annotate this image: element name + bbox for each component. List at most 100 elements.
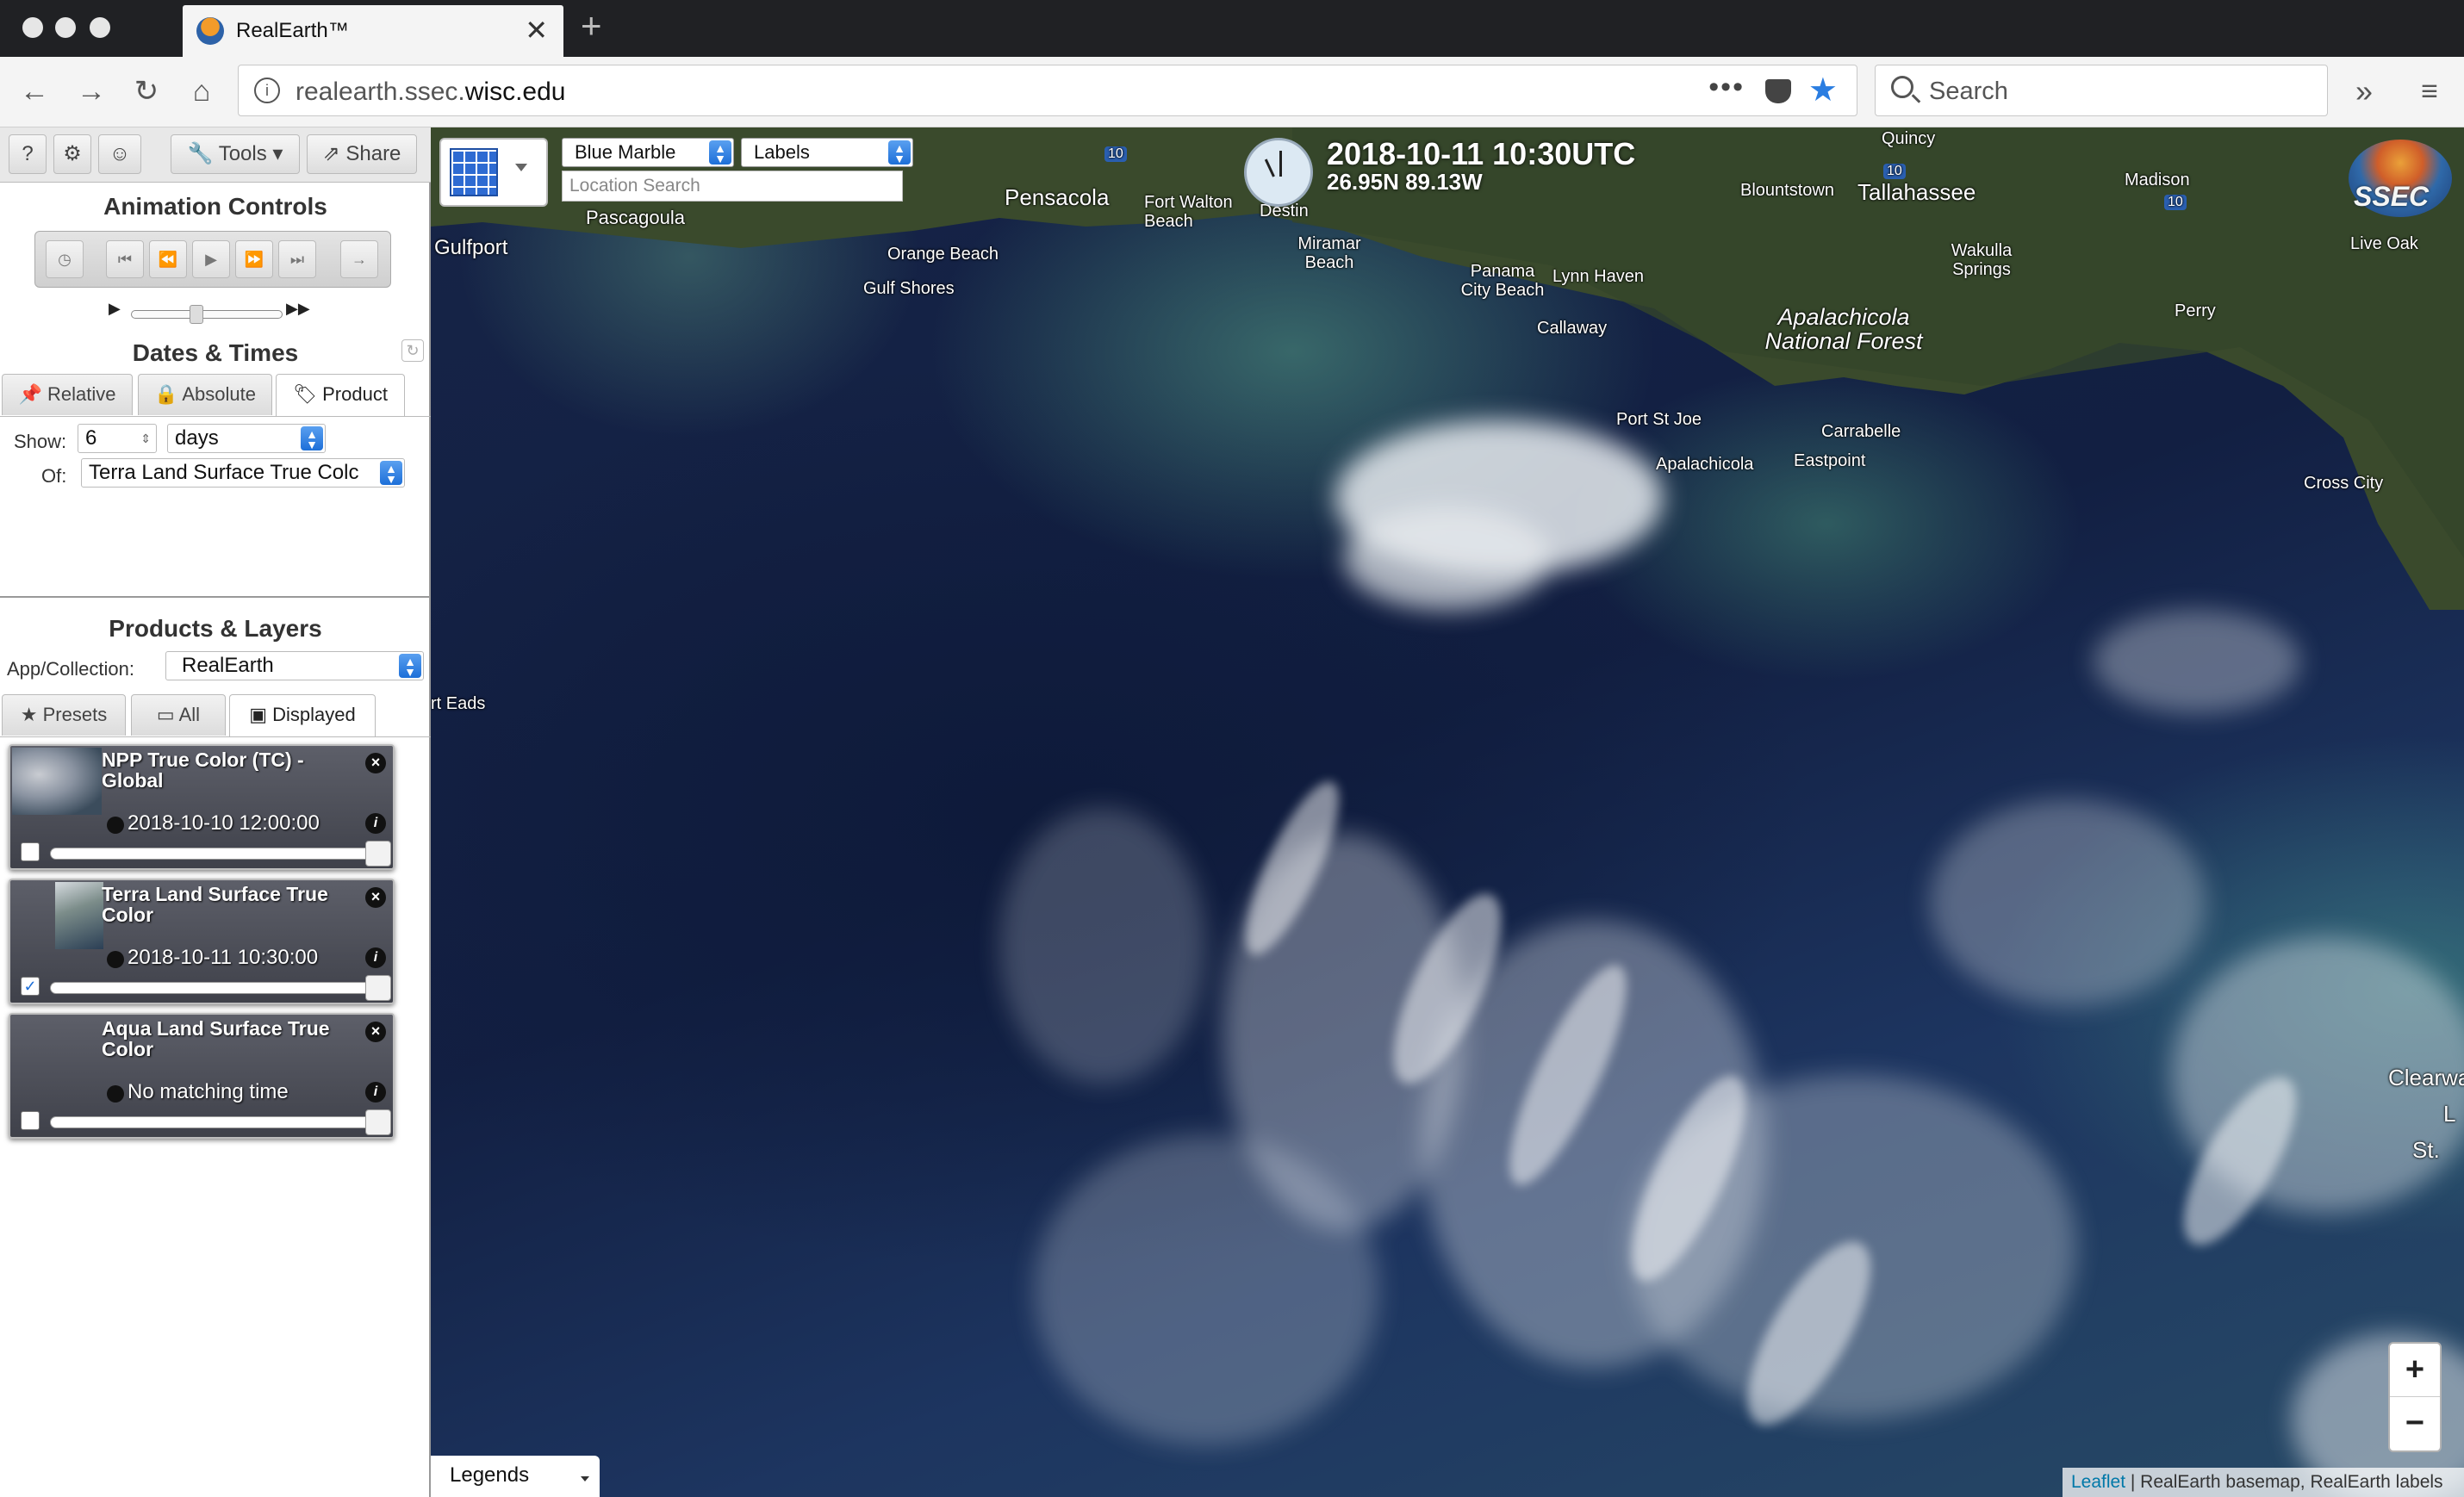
collection-select[interactable]: RealEarth ▲ ▼ xyxy=(165,651,424,680)
overflow-menu-icon[interactable]: » xyxy=(2343,71,2385,112)
first-frame-button[interactable]: ⏮ xyxy=(106,240,144,278)
show-unit-select[interactable]: days ▲ ▼ xyxy=(167,424,326,453)
zoom-control: + − xyxy=(2388,1342,2442,1452)
chevron-down-icon xyxy=(515,164,527,171)
forward-icon[interactable]: → xyxy=(71,71,112,112)
layer-info-icon[interactable]: i xyxy=(365,813,386,834)
clock-icon xyxy=(107,951,124,968)
layer-visibility-checkbox[interactable]: ✓ xyxy=(21,977,40,996)
map-view[interactable]: Gulfport Pascagoula Pensacola Fort Walto… xyxy=(431,127,2464,1497)
new-tab-icon[interactable]: + xyxy=(581,5,602,47)
tab-displayed[interactable]: ▣ Displayed xyxy=(229,694,376,736)
opacity-slider-handle[interactable] xyxy=(365,841,391,867)
tab-relative[interactable]: 📌 Relative xyxy=(2,374,133,415)
bookmark-star-icon[interactable]: ★ xyxy=(1808,71,1838,109)
opacity-slider-handle[interactable] xyxy=(365,975,391,1001)
select-arrows-icon: ▲ ▼ xyxy=(888,140,911,165)
zoom-in-button[interactable]: + xyxy=(2390,1344,2440,1397)
home-icon[interactable]: ⌂ xyxy=(181,71,222,112)
site-info-icon[interactable]: i xyxy=(254,78,280,103)
tab-all-label: All xyxy=(178,704,201,725)
select-arrows-icon: ▲ ▼ xyxy=(399,654,421,678)
map-label: Carrabelle xyxy=(1821,422,1901,441)
layer-card-aqua[interactable]: Aqua Land Surface True Color × No matchi… xyxy=(9,1013,395,1139)
clock-icon[interactable]: ◷ xyxy=(46,240,84,278)
tab-presets-label: Presets xyxy=(42,704,108,725)
zoom-out-button[interactable]: − xyxy=(2390,1397,2440,1450)
browser-tab[interactable]: RealEarth™ ✕ xyxy=(183,5,563,57)
map-label: Fort Walton Beach xyxy=(1144,193,1233,231)
step-back-button[interactable]: ⏪ xyxy=(149,240,187,278)
layer-info-icon[interactable]: i xyxy=(365,947,386,968)
pocket-icon[interactable] xyxy=(1765,79,1791,103)
close-tab-icon[interactable]: ✕ xyxy=(525,14,548,47)
last-frame-button[interactable]: ⏭ xyxy=(278,240,316,278)
page-actions-icon[interactable]: ••• xyxy=(1708,71,1745,104)
remove-layer-icon[interactable]: × xyxy=(365,753,386,773)
window-minimize-dot[interactable] xyxy=(55,17,76,38)
layer-info-icon[interactable]: i xyxy=(365,1082,386,1103)
opacity-slider-handle[interactable] xyxy=(365,1109,391,1135)
settings-button[interactable]: ⚙ xyxy=(53,134,91,174)
refresh-icon[interactable]: ↻ xyxy=(401,339,424,362)
speed-slider[interactable] xyxy=(109,303,315,324)
sidebar: ? ⚙ ☺ 🔧 Tools ▾ ⇗ Share Animation Contro… xyxy=(0,127,431,1497)
remove-layer-icon[interactable]: × xyxy=(365,887,386,908)
window-zoom-dot[interactable] xyxy=(90,17,110,38)
tab-title: RealEarth™ xyxy=(236,19,349,42)
map-label: Apalachicola xyxy=(1656,455,1754,474)
map-label: Orange Beach xyxy=(887,245,999,264)
browser-search-input[interactable]: Search xyxy=(1875,65,2328,116)
animation-controls: ◷ ⏮ ⏪ ▶ ⏩ ⏭ → xyxy=(34,231,391,288)
tools-button[interactable]: 🔧 Tools ▾ xyxy=(171,134,300,174)
of-product-select[interactable]: Terra Land Surface True Colc ▲ ▼ xyxy=(81,458,405,488)
layer-visibility-checkbox[interactable] xyxy=(21,1111,40,1130)
opacity-slider[interactable] xyxy=(50,982,377,994)
leaflet-link[interactable]: Leaflet xyxy=(2071,1472,2125,1492)
back-icon[interactable]: ← xyxy=(14,71,55,112)
basemap-select[interactable]: Blue Marble ▲ ▼ xyxy=(562,138,734,167)
map-label: Callaway xyxy=(1537,319,1608,338)
map-label: Blountstown xyxy=(1740,181,1834,200)
step-forward-button[interactable]: ⏩ xyxy=(235,240,273,278)
search-icon xyxy=(1891,76,1913,98)
tab-product[interactable]: 🏷 Product xyxy=(276,374,405,416)
layer-card-npp[interactable]: NPP True Color (TC) - Global × 2018-10-1… xyxy=(9,744,395,870)
map-label: Panama City Beach xyxy=(1460,262,1545,300)
user-button[interactable]: ☺ xyxy=(98,134,141,174)
share-button[interactable]: ⇗ Share xyxy=(307,134,417,174)
layer-visibility-checkbox[interactable] xyxy=(21,842,40,861)
legends-button[interactable]: Legends xyxy=(431,1456,600,1497)
map-label: Gulfport xyxy=(434,236,508,259)
show-count-stepper[interactable]: 6 ⇕ xyxy=(78,424,157,453)
hamburger-menu-icon[interactable]: ≡ xyxy=(2409,71,2450,112)
layer-switcher-button[interactable] xyxy=(439,138,548,207)
map-label: Tallahassee xyxy=(1857,179,1976,205)
products-tabs: ★ Presets ▭ All ▣ Displayed xyxy=(0,694,431,737)
select-arrows-icon: ▲ ▼ xyxy=(709,140,731,165)
tab-presets[interactable]: ★ Presets xyxy=(2,694,126,736)
opacity-slider[interactable] xyxy=(50,848,377,860)
labels-select[interactable]: Labels ▲ ▼ xyxy=(741,138,913,167)
layer-card-terra[interactable]: Terra Land Surface True Color × 2018-10-… xyxy=(9,879,395,1004)
stepper-arrows-icon[interactable]: ⇕ xyxy=(140,425,151,452)
labels-value: Labels xyxy=(754,141,810,163)
play-button[interactable]: ▶ xyxy=(192,240,230,278)
help-button[interactable]: ? xyxy=(9,134,47,174)
tab-absolute[interactable]: 🔒 Absolute xyxy=(138,374,272,415)
window-close-dot[interactable] xyxy=(22,17,43,38)
user-icon: ☺ xyxy=(109,142,131,165)
url-bar[interactable]: i realearth.ssec.wisc.edu ••• ★ xyxy=(238,65,1857,116)
chevron-down-icon xyxy=(581,1476,589,1481)
opacity-slider[interactable] xyxy=(50,1116,377,1128)
tools-label: Tools xyxy=(218,142,267,165)
location-search-input[interactable]: Location Search xyxy=(562,171,903,202)
ssec-logo[interactable]: SSEC xyxy=(2349,140,2452,217)
loop-button[interactable]: → xyxy=(340,240,378,278)
interstate-shield: 10 xyxy=(2164,195,2187,210)
remove-layer-icon[interactable]: × xyxy=(365,1022,386,1042)
fast-icon: ▶▶ xyxy=(286,300,310,317)
reload-icon[interactable]: ↻ xyxy=(126,71,167,112)
url-text: realearth.ssec.wisc.edu xyxy=(296,78,566,106)
tab-all[interactable]: ▭ All xyxy=(131,694,226,736)
